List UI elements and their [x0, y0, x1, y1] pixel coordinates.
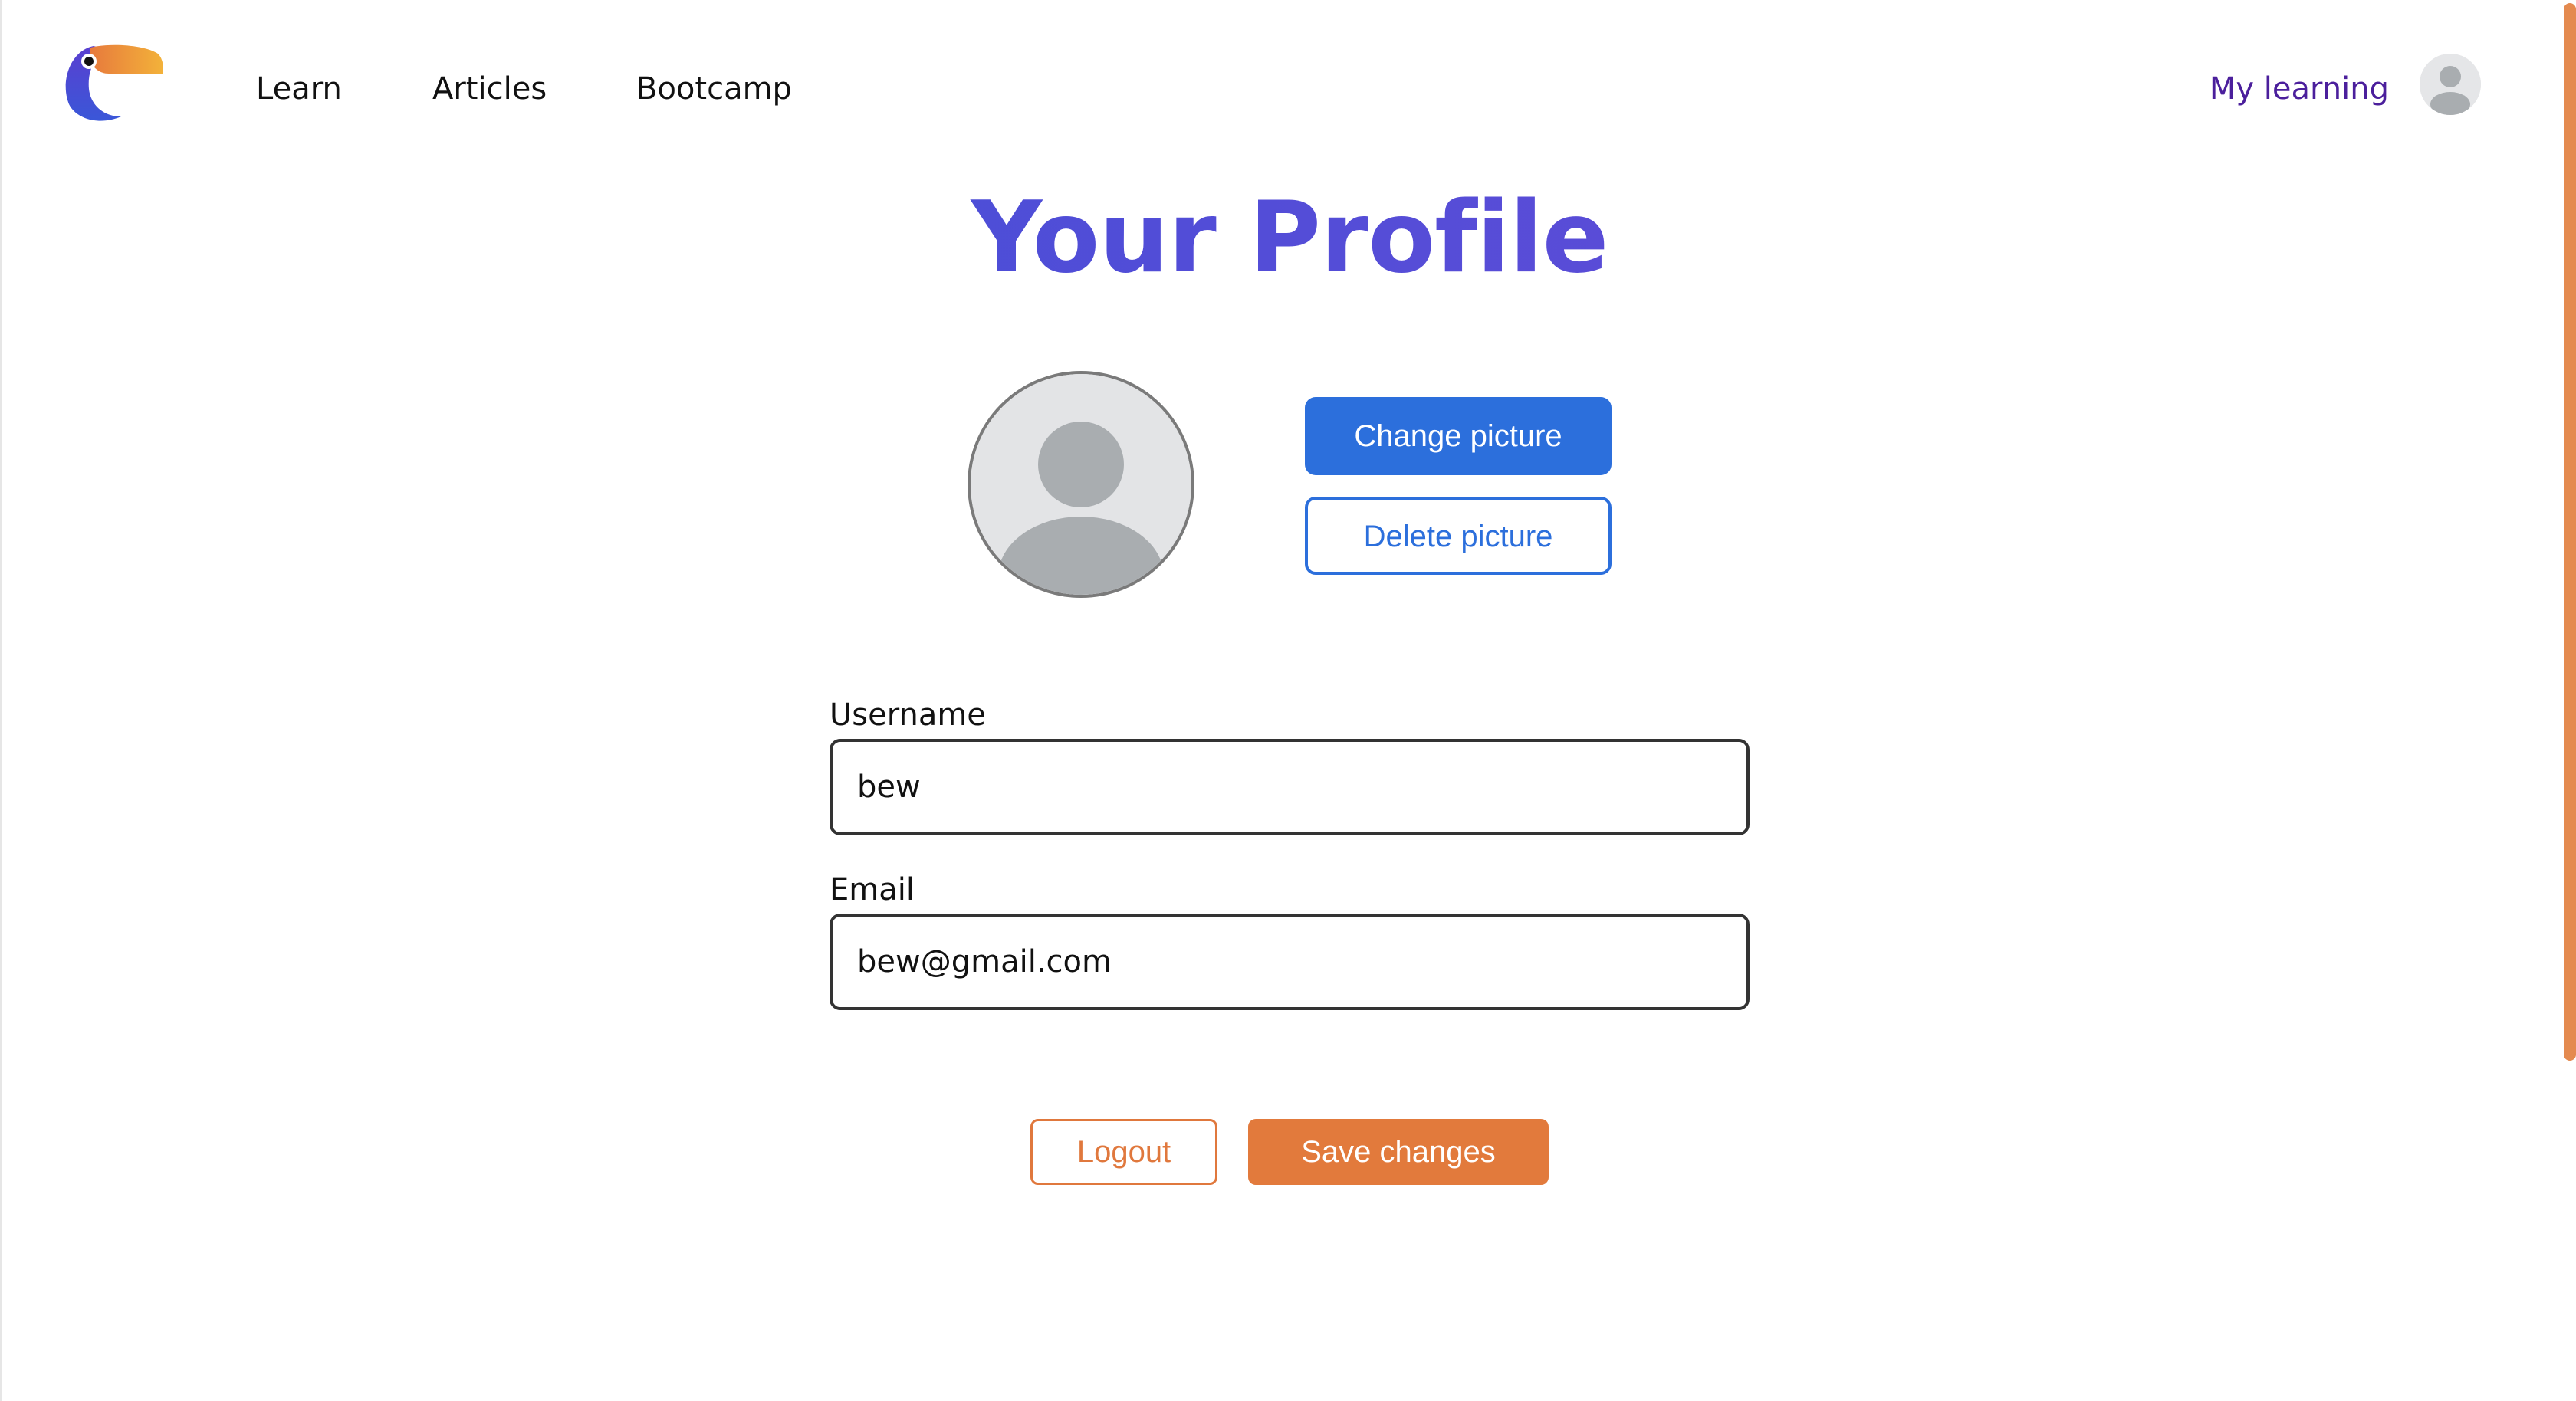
toucan-logo-icon[interactable]: [63, 43, 167, 126]
username-label: Username: [830, 697, 986, 733]
delete-picture-button[interactable]: Delete picture: [1305, 497, 1612, 575]
email-field[interactable]: [830, 914, 1750, 1010]
my-learning-link[interactable]: My learning: [2210, 67, 2389, 110]
page-title: Your Profile: [2, 181, 2576, 296]
email-label: Email: [830, 872, 915, 907]
user-avatar-icon[interactable]: [2420, 54, 2481, 115]
app-window: Learn Articles Bootcamp My learning Your…: [0, 0, 2576, 1401]
profile-picture: [968, 371, 1194, 598]
change-picture-button[interactable]: Change picture: [1305, 397, 1612, 475]
save-changes-button[interactable]: Save changes: [1248, 1119, 1549, 1185]
username-field[interactable]: [830, 739, 1750, 835]
nav-link-learn[interactable]: Learn: [256, 67, 342, 110]
nav-link-articles[interactable]: Articles: [432, 67, 547, 110]
scrollbar-thumb[interactable]: [2564, 3, 2576, 1061]
user-avatar-icon: [971, 374, 1191, 595]
logout-button[interactable]: Logout: [1030, 1119, 1217, 1185]
nav-link-bootcamp[interactable]: Bootcamp: [636, 67, 792, 110]
